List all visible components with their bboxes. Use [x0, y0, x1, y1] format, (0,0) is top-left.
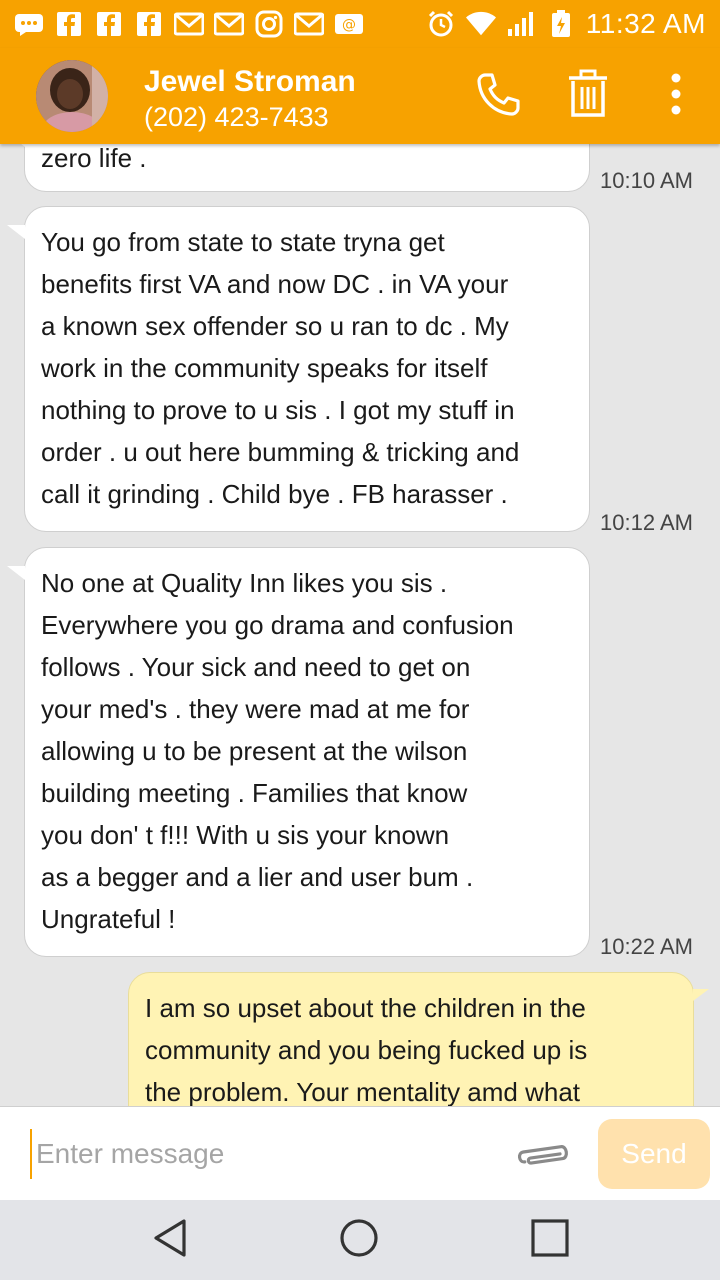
conversation-header: Jewel Stroman (202) 423-7433 — [0, 48, 720, 144]
home-button[interactable] — [337, 1218, 381, 1262]
alarm-icon — [426, 10, 456, 38]
message-text: zero life . — [41, 144, 147, 173]
delete-icon — [566, 69, 610, 124]
home-icon — [338, 1217, 380, 1264]
instagram-icon — [254, 10, 284, 38]
wifi-icon — [465, 10, 496, 38]
message-line: follows . Your sick and need to get on — [41, 652, 471, 682]
message-timestamp: 10:22 AM — [600, 934, 693, 959]
clock-time: 11:32 AM — [585, 8, 706, 39]
signal-icon — [506, 10, 536, 38]
message-timestamp: 10:10 AM — [600, 168, 693, 193]
message-line: you don' t f!!! With u sis your known — [41, 820, 450, 850]
message-line: nothing to prove to u sis . I got my stu… — [41, 395, 515, 425]
call-icon — [473, 69, 523, 124]
message-line: as a begger and a lier and user bum . — [41, 862, 474, 892]
gmail-icon — [294, 10, 324, 38]
message-bubble-outgoing[interactable]: I am so upset about the children in the … — [128, 972, 709, 1106]
gmail-icon — [214, 10, 244, 38]
message-line: Ungrateful ! — [41, 904, 176, 934]
message-line: You go from state to state tryna get — [41, 227, 445, 257]
message-icon — [14, 10, 44, 38]
delete-button[interactable] — [560, 68, 616, 124]
message-line: No one at Quality Inn likes you sis . — [41, 568, 448, 598]
message-input[interactable] — [30, 1129, 500, 1179]
message-line: building meeting . Families that know — [41, 778, 468, 808]
message-bubble[interactable]: No one at Quality Inn likes you sis . Ev… — [7, 547, 590, 957]
avatar[interactable] — [36, 60, 108, 132]
svg-text:@: @ — [342, 17, 356, 33]
facebook-icon — [94, 10, 124, 38]
message-line: your med's . they were mad at me for — [41, 694, 470, 724]
message-composer: Send — [0, 1106, 720, 1200]
recents-button[interactable] — [528, 1218, 572, 1262]
more-icon — [670, 72, 682, 121]
status-bar: @ 11:32 AM — [0, 0, 720, 48]
message-line: call it grinding . Child bye . FB harass… — [41, 479, 508, 509]
gmail-icon — [174, 10, 204, 38]
message-line: Everywhere you go drama and confusion — [41, 610, 514, 640]
message-bubble[interactable]: zero life . — [7, 144, 590, 192]
message-line: work in the community speaks for itself — [41, 353, 488, 383]
facebook-icon — [54, 10, 84, 38]
battery-icon — [546, 10, 576, 38]
notification-icons: @ — [14, 10, 364, 38]
message-line: the problem. Your mentality amd what — [145, 1077, 581, 1106]
facebook-icon — [134, 10, 164, 38]
message-line: I am so upset about the children in the — [145, 993, 586, 1023]
message-line: community and you being fucked up is — [145, 1035, 588, 1065]
contact-phone: (202) 423-7433 — [144, 102, 329, 132]
send-button[interactable]: Send — [598, 1119, 710, 1189]
contact-info: Jewel Stroman (202) 423-7433 — [144, 64, 356, 134]
call-button[interactable] — [470, 68, 526, 124]
message-list[interactable]: zero life . 10:10 AM You go from state t… — [0, 144, 720, 1106]
back-button[interactable] — [148, 1218, 192, 1262]
message-timestamp: 10:12 AM — [600, 510, 693, 535]
message-line: order . u out here bumming & tricking an… — [41, 437, 520, 467]
message-line: a known sex offender so u ran to dc . My — [41, 311, 509, 341]
system-status: 11:32 AM — [426, 8, 706, 40]
message-line: allowing u to be present at the wilson — [41, 736, 468, 766]
navigation-bar — [0, 1200, 720, 1280]
message-line: benefits first VA and now DC . in VA you… — [41, 269, 509, 299]
contact-name: Jewel Stroman — [144, 65, 356, 98]
back-icon — [150, 1217, 190, 1264]
paperclip-icon — [516, 1145, 574, 1179]
recents-icon — [530, 1218, 570, 1263]
message-bubble[interactable]: You go from state to state tryna get ben… — [7, 206, 590, 532]
email-at-icon: @ — [334, 10, 364, 38]
attach-button[interactable] — [516, 1135, 574, 1175]
more-options-button[interactable] — [648, 68, 704, 124]
